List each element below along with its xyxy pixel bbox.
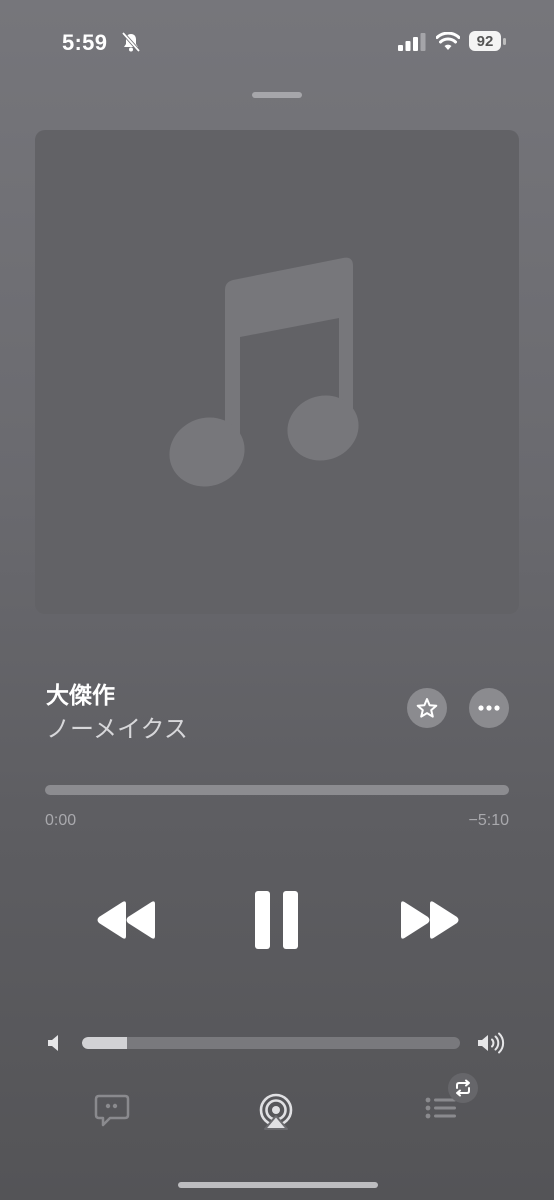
- home-indicator[interactable]: [178, 1182, 378, 1188]
- track-artist[interactable]: ノーメイクス: [46, 709, 188, 744]
- volume-slider[interactable]: [82, 1037, 460, 1049]
- airplay-icon[interactable]: [256, 1092, 296, 1132]
- track-title: 大傑作: [46, 682, 115, 708]
- remaining-time: −5:10: [468, 812, 509, 829]
- speaker-low-icon: [48, 1035, 58, 1051]
- speaker-high-icon: [478, 1032, 505, 1054]
- status-time: 5:59: [62, 30, 108, 55]
- music-note-icon: [169, 257, 359, 487]
- more-options-button[interactable]: [469, 688, 509, 728]
- pause-icon[interactable]: [253, 889, 300, 951]
- favorite-button[interactable]: [407, 688, 447, 728]
- backward-icon[interactable]: [96, 900, 158, 940]
- ellipsis-icon: [478, 705, 500, 711]
- bell-slash-icon: [121, 31, 141, 53]
- battery-icon: 92: [469, 31, 507, 51]
- cellular-signal-icon: [398, 33, 426, 51]
- star-icon: [416, 698, 438, 718]
- album-artwork: [35, 130, 519, 614]
- forward-icon[interactable]: [398, 900, 460, 940]
- repeat-button[interactable]: [448, 1073, 478, 1103]
- wifi-icon: [436, 32, 460, 50]
- repeat-icon: [456, 1079, 470, 1097]
- volume-level: [82, 1037, 128, 1049]
- battery-level: 92: [469, 31, 501, 51]
- elapsed-time: 0:00: [45, 812, 77, 829]
- sheet-grabber[interactable]: [252, 92, 302, 98]
- lyrics-bubble-icon[interactable]: [93, 1093, 131, 1129]
- playback-progress-bar[interactable]: [45, 785, 509, 795]
